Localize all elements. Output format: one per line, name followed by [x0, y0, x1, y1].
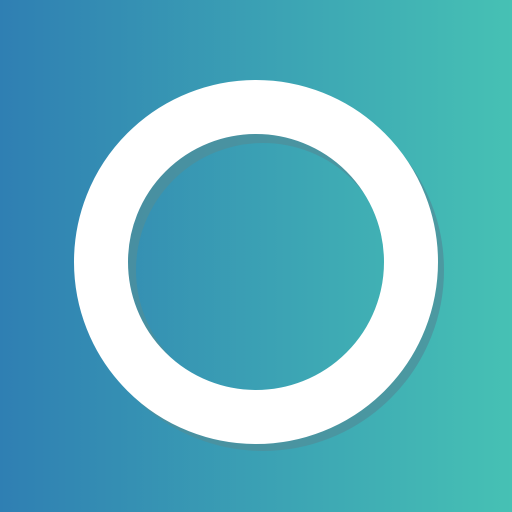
app-icon-tile — [0, 0, 512, 512]
ring-icon — [0, 0, 512, 512]
